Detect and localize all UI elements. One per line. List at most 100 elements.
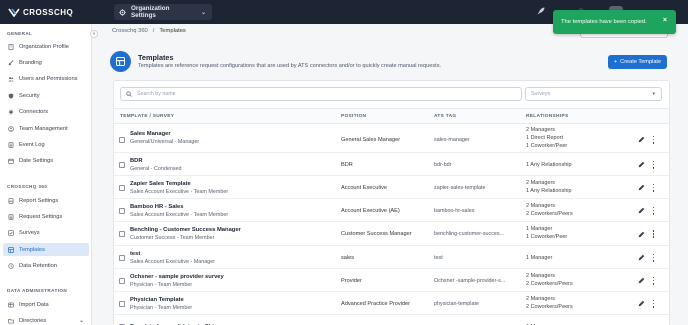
templates-card: Search by name Surveys ▾ TEMPLATE / SURV… bbox=[113, 80, 670, 325]
surveys-select[interactable]: Surveys ▾ bbox=[525, 87, 662, 101]
relationship-line: 1 Any Relationship bbox=[526, 162, 572, 168]
pencil-icon[interactable] bbox=[638, 231, 645, 238]
template-name[interactable]: Benchling - Customer Success Manager bbox=[130, 227, 241, 233]
sidebar-item-organization-profile[interactable]: Organization Profile bbox=[3, 40, 89, 53]
row-checkbox[interactable] bbox=[119, 184, 125, 191]
template-name[interactable]: Sales Manager bbox=[130, 131, 171, 137]
pencil-icon[interactable] bbox=[638, 254, 645, 261]
template-name[interactable]: BDR bbox=[130, 158, 143, 164]
ats-tag-cell: bamboo-hr-sales bbox=[434, 207, 475, 214]
create-template-button[interactable]: + Create Template bbox=[608, 55, 667, 69]
sidebar-section-title: DATA ADMINISTRATION bbox=[7, 288, 68, 293]
relationships-cell: 2 Managers 2 Coworkers/Peers bbox=[526, 202, 573, 218]
log-icon bbox=[8, 142, 14, 148]
chevron-down-icon: ⌄ bbox=[200, 9, 206, 16]
ats-tag-cell: sales-manager bbox=[434, 136, 470, 143]
sidebar-item-label: Connectors bbox=[19, 109, 49, 116]
chevron-down-icon: ⌄ bbox=[78, 318, 84, 325]
table-row[interactable]: test Sales Account Executive - Manager sal… bbox=[114, 246, 669, 269]
position-cell: General Sales Manager bbox=[341, 136, 401, 143]
rocket-icon[interactable] bbox=[536, 6, 546, 16]
pencil-icon[interactable] bbox=[638, 277, 645, 284]
template-name[interactable]: Zapier Sales Template bbox=[130, 181, 191, 187]
relationships-cell: 2 Managers 2 Coworkers/Peers bbox=[526, 272, 573, 288]
template-name[interactable]: Bamboo HR - Sales bbox=[130, 204, 183, 210]
close-icon[interactable]: × bbox=[663, 17, 667, 24]
relationship-line: 2 Coworkers/Peers bbox=[526, 281, 573, 288]
sidebar-item-label: Templates bbox=[19, 246, 45, 253]
building-icon bbox=[8, 43, 14, 50]
sidebar-item-event-log[interactable]: Event Log bbox=[3, 138, 89, 151]
sidebar-item-import-data[interactable]: Import Data bbox=[3, 298, 89, 311]
relationship-line: 2 Managers bbox=[526, 273, 556, 279]
organization-settings-button[interactable]: Organization Settings ⌄ bbox=[114, 4, 212, 20]
more-options-icon[interactable] bbox=[652, 183, 655, 192]
column-ats-tag[interactable]: ATS TAG bbox=[434, 114, 456, 119]
more-options-icon[interactable] bbox=[652, 230, 655, 238]
relationship-line: 1 Any Relationship bbox=[526, 188, 572, 195]
pencil-icon[interactable] bbox=[638, 207, 645, 214]
sidebar-item-label: Import Data bbox=[19, 301, 49, 308]
sidebar-item-team-management[interactable]: Team Management bbox=[3, 122, 89, 135]
row-checkbox[interactable] bbox=[119, 277, 125, 284]
sidebar-item-report-settings[interactable]: Report Settings bbox=[3, 194, 89, 207]
table-row[interactable]: Physician Template Physician - Team Membe… bbox=[114, 292, 669, 315]
sidebar-item-connectors[interactable]: Connectors bbox=[3, 106, 89, 119]
row-checkbox[interactable] bbox=[119, 136, 125, 143]
column-position[interactable]: POSITION bbox=[341, 114, 366, 119]
relationship-line: 2 Managers bbox=[526, 296, 556, 302]
table-row[interactable]: Template for candidates in China1 Manage… bbox=[114, 315, 669, 325]
relationships-cell: 1 Manager 1 Coworker/Peer bbox=[526, 225, 567, 241]
pencil-icon[interactable] bbox=[638, 161, 645, 168]
row-checkbox[interactable] bbox=[119, 231, 125, 237]
row-checkbox[interactable] bbox=[119, 207, 125, 214]
sidebar-item-date-settings[interactable]: Date Settings bbox=[3, 155, 89, 168]
table-row[interactable]: BDR General - Condensed BDR bdr-bdr 1 Any Re… bbox=[114, 153, 669, 176]
table-row[interactable]: Benchling - Customer Success Manager Cust… bbox=[114, 222, 669, 246]
more-options-icon[interactable] bbox=[652, 160, 655, 169]
pencil-icon[interactable] bbox=[638, 300, 645, 307]
relationship-line: 2 Coworkers/Peers bbox=[526, 304, 573, 311]
sidebar-item-surveys[interactable]: Surveys bbox=[3, 227, 89, 240]
search-input[interactable]: Search by name bbox=[120, 87, 522, 101]
row-checkbox[interactable] bbox=[119, 254, 125, 261]
more-options-icon[interactable] bbox=[652, 135, 655, 144]
chevron-down-icon: ▾ bbox=[652, 91, 655, 97]
team-icon bbox=[8, 125, 14, 132]
logo-text: CROSSCHQ bbox=[23, 8, 74, 17]
more-options-icon[interactable] bbox=[652, 276, 655, 285]
row-checkbox[interactable] bbox=[119, 300, 125, 307]
position-cell: BDR bbox=[341, 161, 353, 168]
template-name[interactable]: Ochsner - sample provider survey bbox=[130, 274, 224, 280]
gear-icon bbox=[119, 8, 126, 16]
table-row[interactable]: Sales Manager General/Universal - Manager… bbox=[114, 126, 669, 153]
table-row[interactable]: Zapier Sales Template Sales Account Execu… bbox=[114, 176, 669, 199]
breadcrumb-crosschq-360[interactable]: Crosschq 360 bbox=[112, 28, 148, 34]
template-name[interactable]: Physician Template bbox=[130, 297, 184, 303]
template-name[interactable]: test bbox=[130, 251, 140, 257]
more-options-icon[interactable] bbox=[652, 206, 655, 215]
crosschq-logo[interactable]: CROSSCHQ bbox=[8, 7, 92, 18]
sidebar-item-templates[interactable]: Templates bbox=[3, 243, 89, 257]
row-checkbox[interactable] bbox=[119, 161, 125, 168]
pencil-icon[interactable] bbox=[638, 136, 645, 143]
column-relationships[interactable]: RELATIONSHIPS bbox=[526, 114, 568, 119]
relationships-cell: 1 Manager bbox=[526, 254, 552, 262]
column-template-survey[interactable]: TEMPLATE / SURVEY bbox=[120, 114, 174, 119]
table-row[interactable]: Ochsner - sample provider survey Physicia… bbox=[114, 269, 669, 292]
more-options-icon[interactable] bbox=[652, 253, 655, 262]
sidebar-item-security[interactable]: Security bbox=[3, 89, 89, 102]
pencil-icon[interactable] bbox=[638, 184, 645, 191]
ats-tag-cell: zapier-sales-template bbox=[434, 184, 486, 191]
breadcrumb-separator: / bbox=[152, 28, 155, 34]
collapse-sidebar-icon[interactable]: « bbox=[90, 30, 98, 38]
table-row[interactable]: Bamboo HR - Sales Sales Account Executive… bbox=[114, 199, 669, 222]
sidebar-item-request-settings[interactable]: Request Settings bbox=[3, 210, 89, 223]
sidebar-item-users-and-permissions[interactable]: Users and Permissions bbox=[3, 73, 89, 86]
sidebar-item-branding[interactable]: Branding bbox=[3, 56, 89, 69]
more-options-icon[interactable] bbox=[652, 299, 655, 308]
relationship-line: 2 Managers bbox=[526, 180, 556, 186]
history-icon bbox=[8, 263, 14, 269]
sidebar-item-directories[interactable]: Directories ⌄ bbox=[3, 314, 89, 325]
sidebar-item-data-retention[interactable]: Data Retention bbox=[3, 260, 89, 273]
